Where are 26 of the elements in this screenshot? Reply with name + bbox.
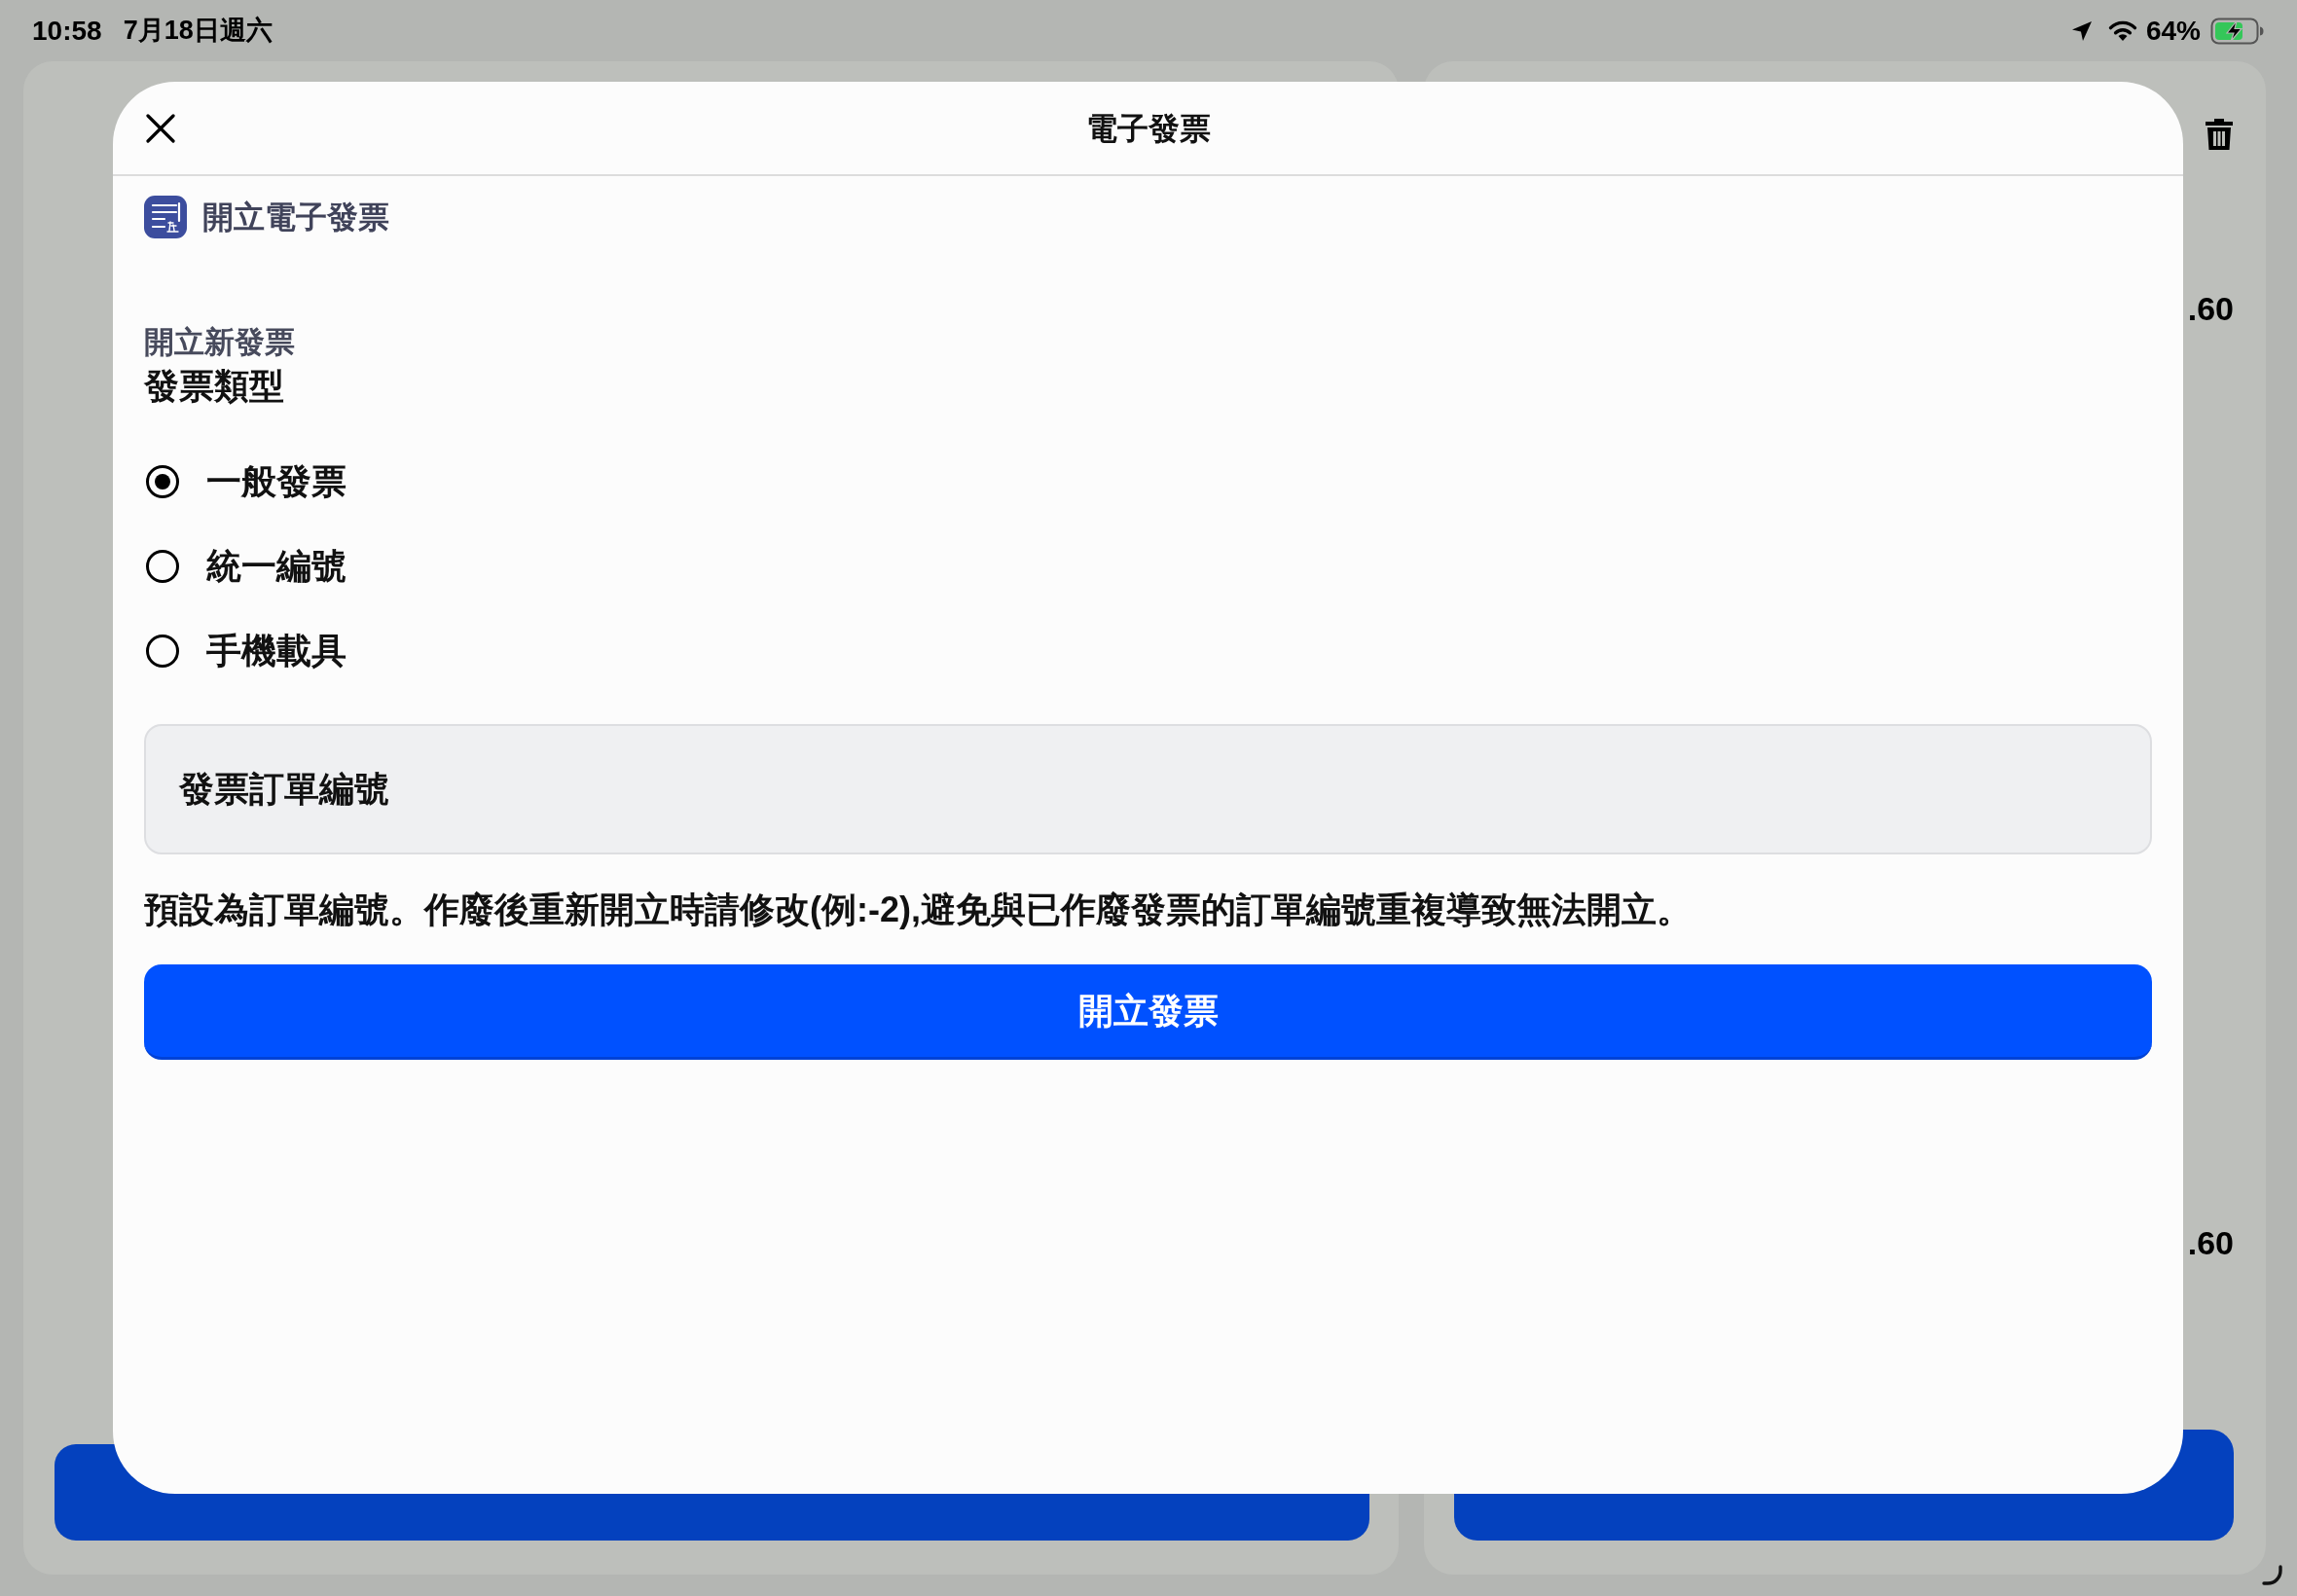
radio-button[interactable]: [146, 550, 179, 583]
subtitle: 開立新發票: [144, 324, 295, 361]
radio-button[interactable]: [146, 635, 179, 668]
hint-text: 預設為訂單編號。作廢後重新開立時請修改(例:-2),避免與已作廢發票的訂單編號重複導致無法開立。: [144, 889, 1692, 931]
issue-invoice-button[interactable]: 開立發票: [144, 964, 2152, 1060]
battery-percent: 64%: [2145, 14, 2201, 48]
resize-handle-icon[interactable]: [2262, 1565, 2283, 1586]
radio-label[interactable]: 一般發票: [206, 459, 346, 504]
location-arrow-icon: [2069, 18, 2094, 43]
amount-text: .60: [2187, 1223, 2234, 1262]
radio-button[interactable]: [146, 465, 179, 498]
battery-charging-icon: [2210, 17, 2265, 45]
trash-icon[interactable]: [2206, 119, 2233, 150]
status-date: 7月18日週六: [123, 15, 273, 48]
section-title: 開立電子發票: [202, 199, 389, 236]
status-time: 10:58: [32, 14, 102, 48]
dialog-title: 電子發票: [1085, 109, 1211, 148]
close-icon[interactable]: [146, 114, 175, 143]
input-field[interactable]: 發票訂單編號: [144, 724, 2152, 854]
amount-text: .60: [2187, 289, 2234, 328]
group-label: 發票類型: [144, 365, 284, 408]
radio-label[interactable]: 統一編號: [206, 544, 346, 589]
wifi-icon: [2106, 18, 2138, 43]
field-label: 發票訂單編號: [179, 768, 389, 811]
document-icon: [144, 196, 187, 238]
radio-label[interactable]: 手機載具: [206, 629, 346, 673]
